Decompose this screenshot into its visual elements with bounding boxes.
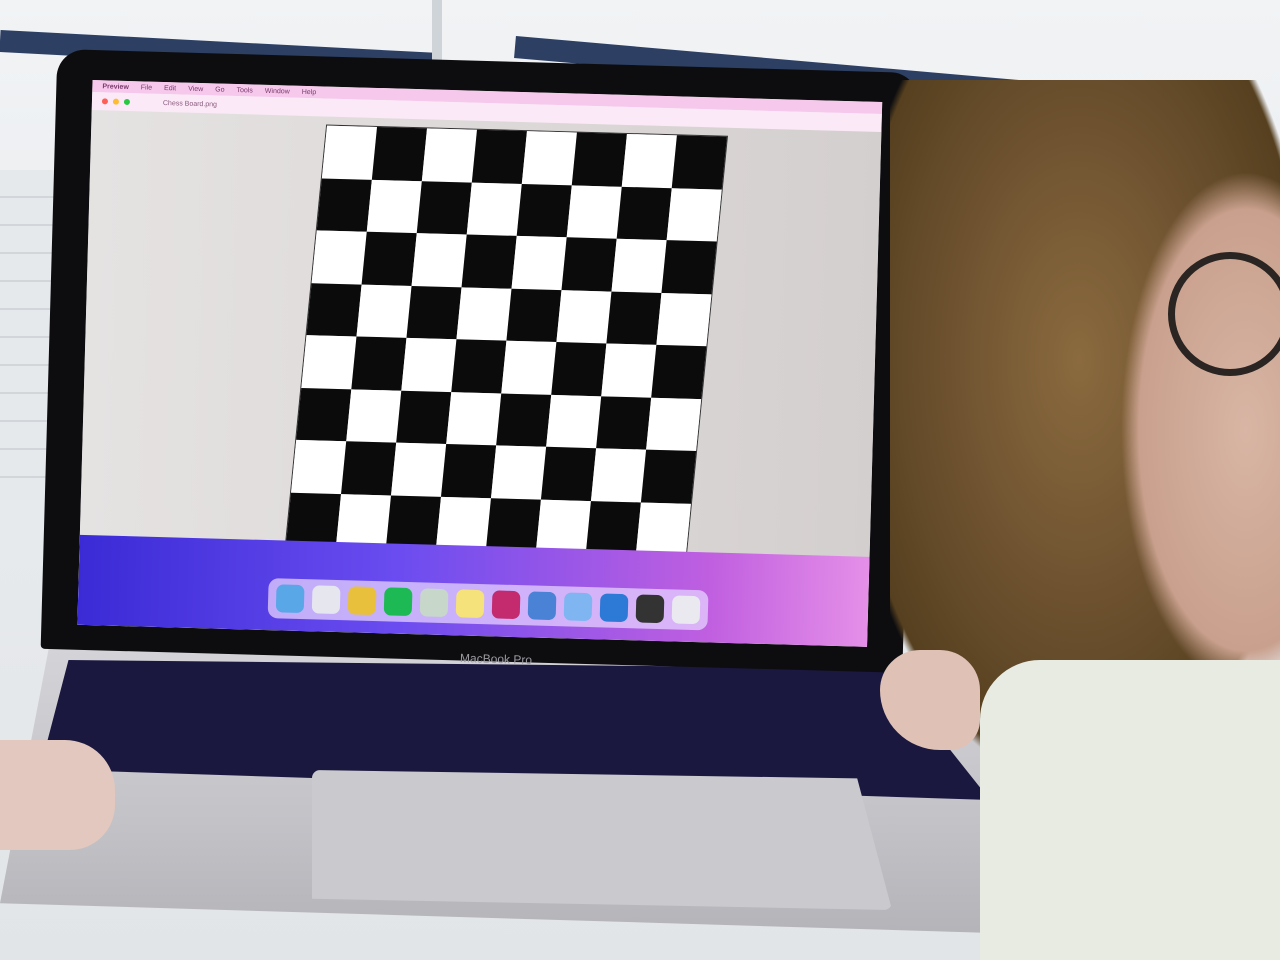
board-square [596, 395, 652, 450]
board-square [435, 496, 492, 551]
board-square [406, 285, 462, 340]
menu-item[interactable]: Window [265, 87, 290, 95]
board-square [535, 499, 591, 553]
board-square [521, 131, 577, 185]
board-square [421, 128, 477, 183]
menu-item[interactable]: Preview [102, 83, 129, 91]
board-square [640, 449, 697, 504]
board-square [556, 289, 612, 344]
glasses-icon [1168, 252, 1280, 376]
board-square [585, 500, 641, 555]
menu-item[interactable]: Tools [236, 87, 253, 94]
board-square [335, 493, 392, 548]
board-square [611, 238, 667, 293]
board-square [291, 439, 347, 494]
board-square [661, 240, 717, 294]
board-square [316, 177, 372, 232]
menu-item[interactable]: File [141, 84, 152, 91]
board-square [491, 445, 547, 500]
board-square [571, 132, 627, 187]
laptop-trackpad [312, 770, 892, 910]
board-square [456, 286, 512, 341]
board-square [621, 133, 677, 188]
board-square [416, 180, 472, 235]
board-square [341, 441, 397, 495]
board-square [496, 393, 552, 447]
terminal-icon[interactable] [635, 594, 665, 624]
trash-icon[interactable] [671, 595, 701, 625]
board-square [306, 282, 362, 337]
chessboard [284, 124, 728, 557]
board-square [656, 292, 712, 347]
board-square [471, 129, 527, 184]
menu-item[interactable]: Go [215, 86, 225, 93]
board-square [311, 230, 367, 285]
board-square [541, 446, 597, 501]
board-square [461, 234, 517, 289]
menu-item[interactable]: Edit [164, 85, 176, 92]
board-square [590, 448, 647, 502]
board-square [396, 390, 452, 445]
board-square [451, 339, 507, 394]
android-studio-icon[interactable] [527, 591, 557, 621]
board-square [666, 187, 722, 242]
chrome-icon[interactable] [347, 586, 377, 616]
board-square [385, 494, 442, 549]
board-square [296, 387, 352, 442]
laptop-lid: Preview File Edit View Go Tools Window Help Che… [40, 49, 920, 673]
board-square [371, 126, 428, 181]
board-square [671, 135, 727, 190]
board-square [501, 340, 557, 395]
vscode-icon[interactable] [599, 593, 629, 623]
close-button[interactable] [101, 98, 109, 105]
board-square [616, 186, 672, 241]
board-square [651, 344, 707, 399]
board-square [361, 231, 417, 286]
menu-item[interactable]: Help [302, 88, 317, 95]
intellij-icon[interactable] [491, 590, 521, 620]
board-square [601, 343, 657, 398]
board-square [551, 342, 607, 396]
board-square [446, 391, 502, 446]
board-square [485, 497, 542, 552]
board-square [321, 125, 378, 180]
board-square [566, 184, 622, 239]
board-square [561, 237, 617, 292]
board-square [285, 492, 342, 546]
board-square [466, 182, 522, 236]
notes-icon[interactable] [455, 589, 485, 619]
board-square [356, 284, 412, 338]
board-square [366, 179, 422, 234]
board-square [411, 233, 467, 287]
board-square [346, 388, 402, 443]
laptop-screen: Preview File Edit View Go Tools Window Help Che… [77, 79, 883, 647]
board-square [516, 183, 572, 238]
laptop-brand-label: MacBook Pro [459, 650, 533, 668]
window-title: Chess Board.png [162, 99, 218, 108]
zoom-button[interactable] [123, 98, 131, 106]
board-square [646, 397, 702, 451]
board-square [401, 337, 457, 392]
menu-item[interactable]: View [188, 85, 203, 92]
spotify-icon[interactable] [383, 587, 413, 617]
finder-icon[interactable] [275, 584, 305, 614]
board-square [546, 394, 602, 449]
board-square [635, 501, 691, 556]
board-square [441, 444, 497, 498]
whatsapp-icon[interactable] [419, 588, 449, 618]
minimize-button[interactable] [112, 98, 120, 105]
board-square [511, 235, 567, 290]
launchpad-icon[interactable] [311, 585, 341, 615]
messages-icon[interactable] [563, 592, 593, 622]
person-face [1120, 170, 1280, 690]
board-square [606, 291, 662, 345]
board-square [391, 442, 447, 497]
hand-left [0, 740, 115, 850]
person-shirt [980, 660, 1280, 960]
board-square [301, 335, 357, 389]
dock [267, 578, 709, 631]
board-square [506, 288, 562, 343]
board-square [351, 336, 407, 391]
